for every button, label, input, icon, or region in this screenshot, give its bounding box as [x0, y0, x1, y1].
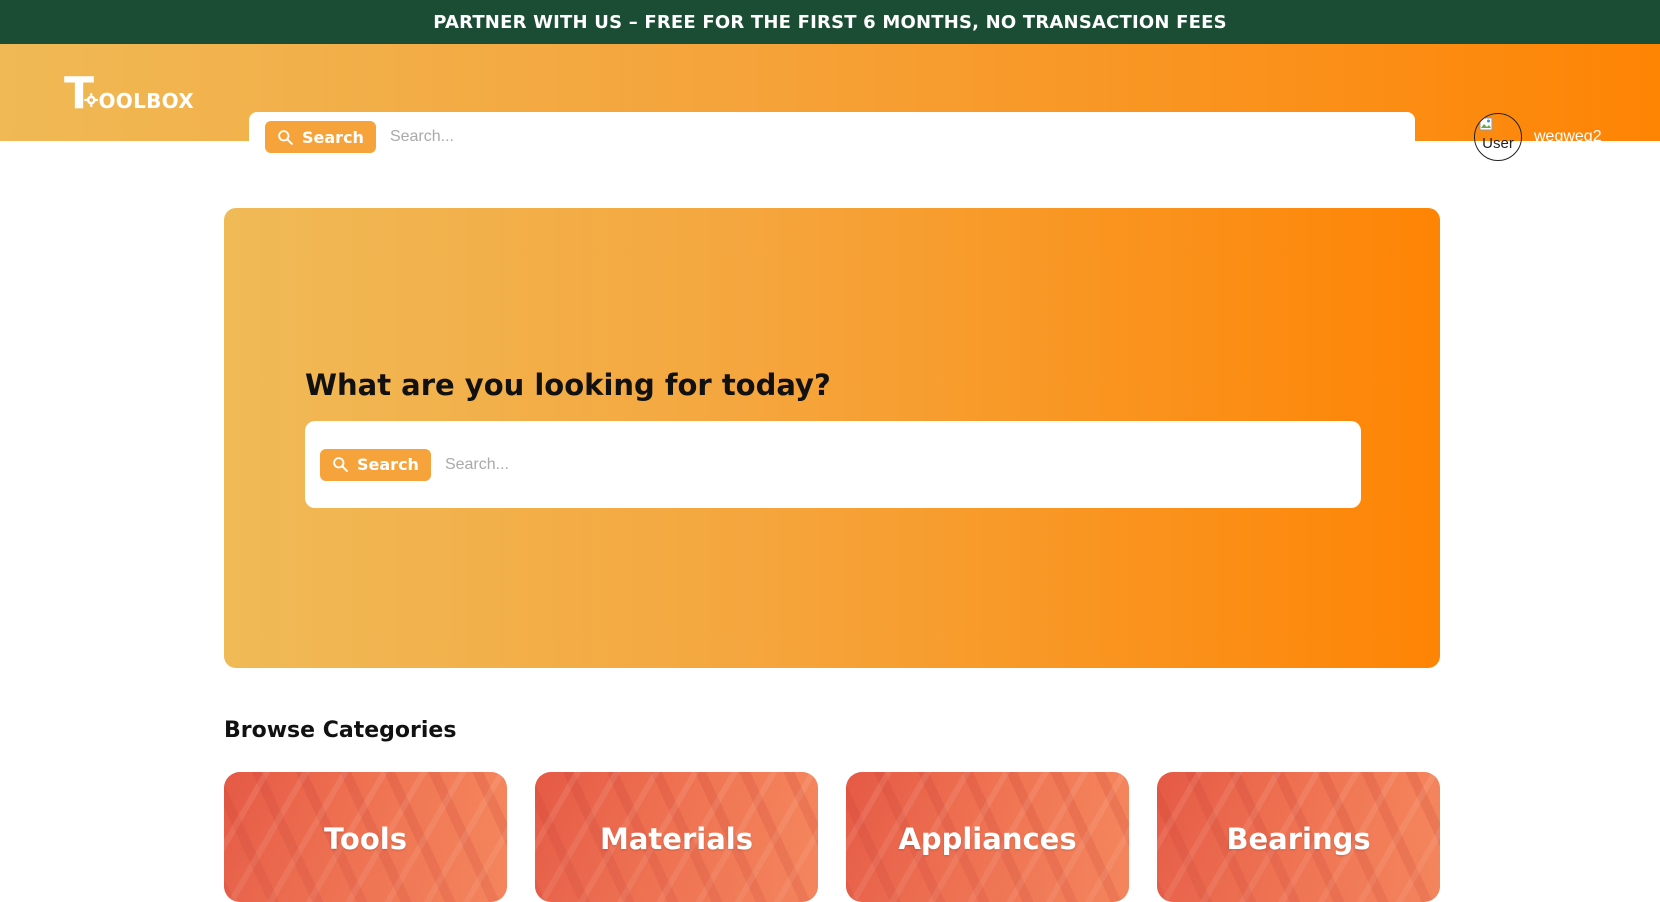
promo-text: PARTNER WITH US – FREE FOR THE FIRST 6 M…	[433, 11, 1227, 33]
avatar-alt-text: User	[1482, 135, 1514, 152]
browse-categories-title: Browse Categories	[224, 718, 457, 743]
promo-banner: PARTNER WITH US – FREE FOR THE FIRST 6 M…	[0, 0, 1660, 44]
category-label: Appliances	[898, 822, 1077, 856]
gear-icon	[84, 93, 99, 107]
search-icon	[278, 129, 293, 145]
category-card-tools[interactable]: Tools	[224, 772, 507, 902]
hero-search-input[interactable]	[444, 421, 1361, 508]
site-header: T OOLBOX Search Search... User weqweq2	[0, 44, 1660, 162]
hero-search-button[interactable]: Search	[320, 448, 431, 481]
user-menu[interactable]: User weqweq2	[1474, 113, 1602, 161]
category-label: Materials	[600, 822, 753, 856]
category-label: Tools	[324, 822, 407, 856]
category-card-materials[interactable]: Materials	[535, 772, 818, 902]
category-label: Bearings	[1226, 822, 1371, 856]
username[interactable]: weqweq2	[1534, 128, 1602, 146]
category-card-bearings[interactable]: Bearings	[1157, 772, 1440, 902]
header-search-button[interactable]: Search	[265, 121, 376, 153]
hero-title: What are you looking for today?	[305, 368, 831, 402]
category-grid: Tools Materials Appliances Bearings	[224, 772, 1440, 902]
broken-image-icon	[1479, 117, 1493, 131]
hero-search-button-label: Search	[357, 455, 419, 474]
header-search-bar: Search	[249, 112, 1415, 162]
avatar[interactable]: User	[1474, 113, 1522, 161]
toolbox-logo[interactable]: T OOLBOX	[64, 72, 194, 116]
search-icon	[333, 457, 348, 472]
header-search-input[interactable]	[389, 112, 1415, 162]
hero-banner: What are you looking for today? Search	[224, 208, 1440, 668]
hero-search-bar: Search	[305, 421, 1361, 508]
logo-text: OOLBOX	[98, 89, 194, 113]
header-search-button-label: Search	[302, 127, 364, 147]
category-card-appliances[interactable]: Appliances	[846, 772, 1129, 902]
